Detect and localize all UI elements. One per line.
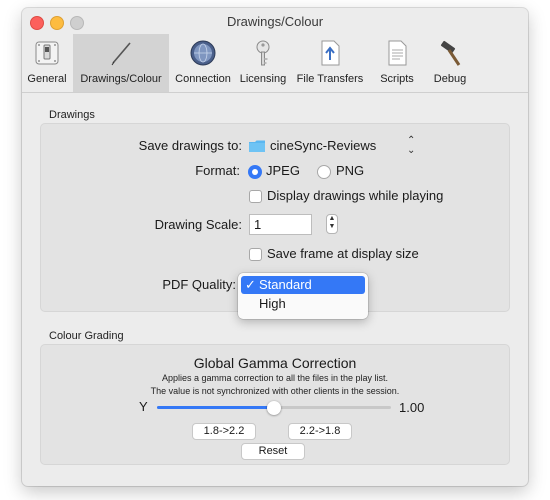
format-png-radio[interactable] (317, 165, 331, 179)
tab-label: Connection (175, 73, 231, 85)
pdf-quality-label: PDF Quality: (162, 277, 236, 292)
tab-label: File Transfers (296, 73, 364, 85)
format-jpeg-radio[interactable] (248, 165, 262, 179)
folder-icon (249, 140, 265, 152)
drawings-section-title: Drawings (49, 109, 95, 121)
tab-drawings-colour[interactable]: Drawings/Colour (73, 34, 169, 92)
drawing-scale-stepper[interactable]: ▲ ▼ (326, 214, 338, 234)
globe-icon (190, 40, 216, 66)
save-frame-label: Save frame at display size (267, 246, 419, 261)
chevron-updown-icon: ⌃ ⌄ (407, 135, 416, 156)
tab-connection[interactable]: Connection (170, 34, 236, 92)
gamma-slider-knob[interactable] (267, 401, 281, 415)
preferences-content: Drawings Save drawings to: cineSync-Revi… (22, 93, 528, 486)
tab-label: Debug (433, 73, 467, 85)
tab-label: Licensing (239, 73, 287, 85)
colour-grading-section-title: Colour Grading (49, 330, 124, 342)
gamma-reset-button[interactable]: Reset (241, 443, 305, 460)
title-bar: Drawings/Colour (22, 8, 528, 34)
check-mark-icon: ✓ (245, 277, 256, 292)
gamma-18-to-22-button[interactable]: 1.8->2.2 (192, 423, 256, 440)
format-label: Format: (195, 163, 240, 178)
drawing-scale-label: Drawing Scale: (154, 217, 242, 232)
tab-label: Scripts (380, 73, 414, 85)
save-frame-checkbox[interactable] (249, 248, 262, 261)
display-while-playing-checkbox[interactable] (249, 190, 262, 203)
tab-licensing[interactable]: Licensing (236, 34, 290, 92)
gamma-description-2: The value is not synchronized with other… (150, 386, 400, 396)
format-jpeg-label: JPEG (266, 163, 300, 178)
hammer-icon (440, 40, 461, 66)
display-while-playing-label: Display drawings while playing (267, 188, 444, 203)
format-png-label: PNG (336, 163, 365, 178)
pdf-option-high[interactable]: High (241, 295, 365, 313)
tab-label: Drawings/Colour (80, 73, 162, 85)
save-folder-popup[interactable]: cineSync-Reviews ⌃ ⌄ (249, 135, 429, 156)
pencil-icon (111, 42, 131, 66)
tab-label: General (27, 73, 67, 85)
gamma-y-label: Y (139, 399, 148, 414)
save-drawings-label: Save drawings to: (138, 138, 242, 153)
tab-debug[interactable]: Debug (424, 34, 476, 92)
window-title: Drawings/Colour (226, 14, 324, 29)
tab-scripts[interactable]: Scripts (372, 34, 422, 92)
document-icon (388, 40, 407, 66)
pdf-option-standard[interactable]: ✓ Standard (241, 276, 365, 294)
pdf-option-label: Standard (259, 277, 312, 292)
pdf-option-label: High (259, 296, 286, 311)
tab-general[interactable]: General (22, 34, 72, 92)
upload-icon (321, 40, 340, 66)
pdf-quality-menu[interactable]: ✓ Standard High (238, 273, 368, 319)
drawing-scale-field[interactable]: 1 (249, 214, 312, 235)
key-icon (256, 40, 270, 66)
switch-icon (35, 41, 59, 65)
save-folder-name: cineSync-Reviews (270, 138, 377, 153)
gamma-title: Global Gamma Correction (193, 355, 357, 371)
preferences-toolbar: General Drawings/Colour Connection Licen… (22, 34, 528, 93)
gamma-description-1: Applies a gamma correction to all the fi… (161, 373, 389, 383)
gamma-value: 1.00 (399, 400, 425, 415)
gamma-slider-fill (157, 406, 274, 409)
tab-file-transfers[interactable]: File Transfers (290, 34, 370, 92)
gamma-22-to-18-button[interactable]: 2.2->1.8 (288, 423, 352, 440)
preferences-window: Drawings/Colour General Drawings/Colour (22, 8, 528, 486)
